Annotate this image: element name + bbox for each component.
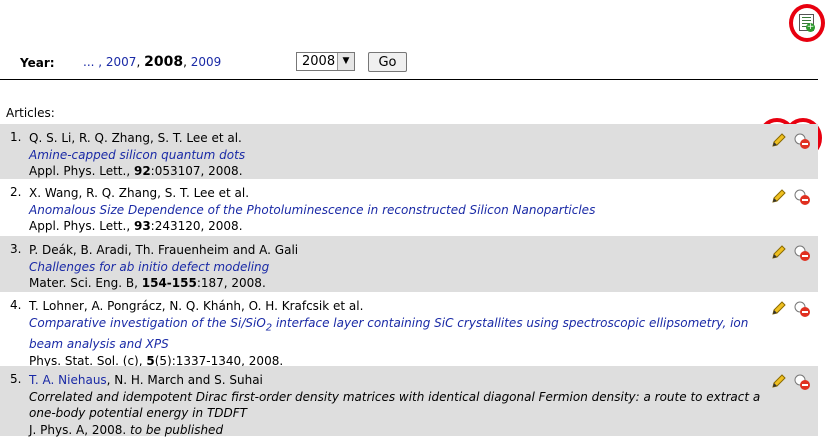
article-authors: Q. S. Li, R. Q. Zhang, S. T. Lee et al. (29, 131, 242, 145)
delete-icon (794, 189, 810, 205)
year-link-more[interactable]: ... , (83, 55, 102, 69)
delete-icon (794, 301, 810, 317)
article-number: 3. (10, 242, 22, 256)
article-title-part: Comparative investigation of the Si/SiO (29, 315, 266, 330)
year-links: ... , 2007, 2008, 2009 (83, 54, 222, 70)
article-volume: 93 (133, 219, 151, 233)
article-authors: X. Wang, R. Q. Zhang, S. T. Lee et al. (29, 186, 250, 200)
article-row: 1. Q. S. Li, R. Q. Zhang, S. T. Lee et a… (0, 124, 818, 179)
article-number: 1. (10, 130, 22, 144)
edit-button[interactable] (771, 132, 787, 148)
delete-icon (794, 245, 810, 261)
article-title-link[interactable]: Comparative investigation of the Si/SiO2… (29, 315, 769, 353)
edit-button[interactable] (771, 188, 787, 204)
article-journal: Mater. Sci. Eng. B, (29, 276, 138, 290)
article-row: 3. P. Deák, B. Aradi, Th. Frauenheim and… (0, 236, 818, 292)
year-link-2007[interactable]: 2007 (106, 55, 137, 69)
year-label: Year: (20, 56, 55, 70)
delete-button[interactable] (793, 188, 811, 206)
article-number: 2. (10, 185, 22, 199)
article-note: to be published (130, 422, 224, 437)
pencil-icon (772, 189, 786, 203)
add-document-button[interactable]: + (789, 4, 825, 42)
delete-icon (794, 374, 810, 390)
delete-button[interactable] (793, 300, 811, 318)
article-row: 4. T. Lohner, A. Pongrácz, N. Q. Khánh, … (0, 292, 818, 368)
edit-button[interactable] (771, 300, 787, 316)
pencil-icon (772, 133, 786, 147)
pencil-icon (772, 245, 786, 259)
dropdown-arrow-icon[interactable]: ▼ (337, 53, 354, 70)
article-row: 5. T. A. Niehaus, N. H. March and S. Suh… (0, 366, 818, 437)
go-button[interactable]: Go (368, 52, 407, 72)
article-authors: , N. H. March and S. Suhai (106, 373, 263, 387)
article-title: Correlated and idempotent Dirac first-or… (29, 389, 761, 421)
pencil-icon (772, 374, 786, 388)
delete-button[interactable] (793, 373, 811, 391)
pencil-icon (772, 301, 786, 315)
article-volume: 92 (133, 164, 151, 178)
divider (0, 79, 818, 80)
delete-button[interactable] (793, 132, 811, 150)
year-navigation: Year: ... , 2007, 2008, 2009 2008 ▼ Go (0, 50, 827, 76)
article-row: 2. X. Wang, R. Q. Zhang, S. T. Lee et al… (0, 179, 818, 236)
year-current: 2008 (144, 54, 184, 70)
article-authors: P. Deák, B. Aradi, Th. Frauenheim and A.… (29, 243, 299, 257)
article-volume: 154-155 (141, 276, 197, 290)
delete-button[interactable] (793, 244, 811, 262)
edit-button[interactable] (771, 373, 787, 389)
delete-icon (794, 133, 810, 149)
articles-heading: Articles: (6, 106, 55, 120)
article-pages: :187, 2008. (196, 276, 266, 290)
article-number: 5. (10, 372, 22, 386)
article-pages: :243120, 2008. (150, 219, 243, 233)
plus-icon: + (806, 22, 815, 32)
article-title-link[interactable]: Amine-capped silicon quantum dots (29, 147, 769, 164)
edit-button[interactable] (771, 244, 787, 260)
article-journal: Appl. Phys. Lett., (29, 219, 131, 233)
article-authors: T. Lohner, A. Pongrácz, N. Q. Khánh, O. … (29, 299, 364, 313)
article-journal: Appl. Phys. Lett., (29, 164, 131, 178)
article-title-link[interactable]: Anomalous Size Dependence of the Photolu… (29, 202, 769, 219)
article-pages: :053107, 2008. (150, 164, 243, 178)
year-select[interactable]: 2008 ▼ (296, 52, 355, 71)
article-number: 4. (10, 298, 22, 312)
article-title-link[interactable]: Challenges for ab initio defect modeling (29, 259, 769, 276)
year-select-value: 2008 (302, 54, 336, 69)
author-link[interactable]: T. A. Niehaus (29, 373, 107, 387)
year-link-2009[interactable]: 2009 (191, 55, 222, 69)
article-journal: J. Phys. A, 2008. (29, 422, 127, 437)
